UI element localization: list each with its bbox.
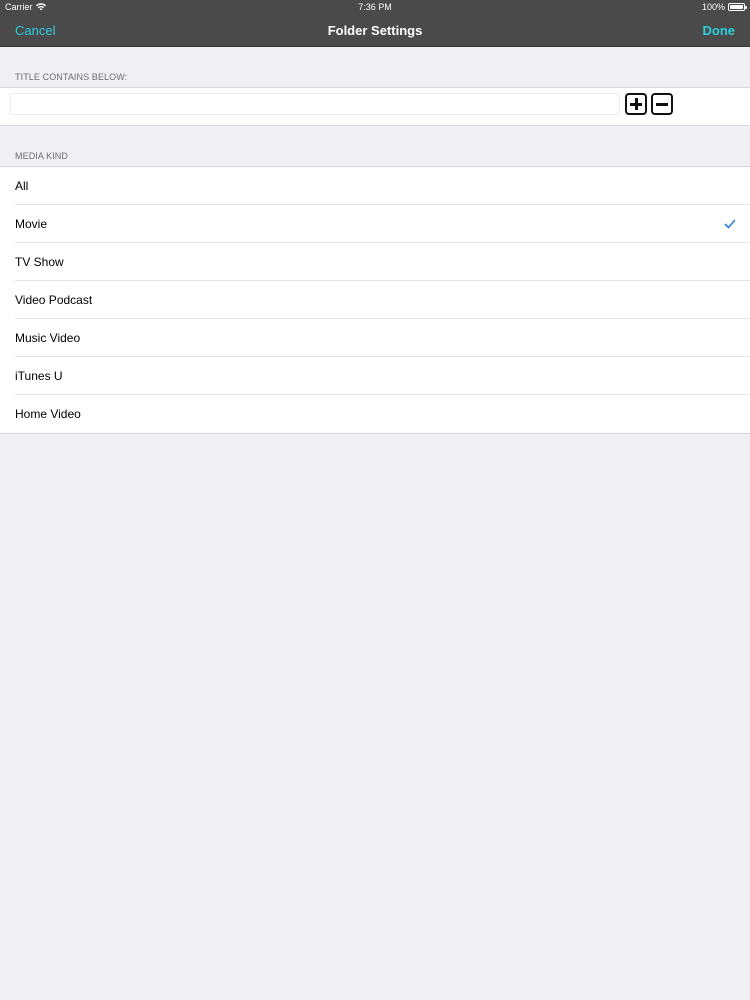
media-kind-home-video[interactable]: Home Video xyxy=(0,395,750,433)
media-kind-tv-show[interactable]: TV Show xyxy=(0,243,750,281)
list-item-label: Movie xyxy=(15,217,48,231)
list-item-label: Video Podcast xyxy=(15,293,93,307)
status-carrier: Carrier xyxy=(5,2,46,12)
title-section-header: TITLE CONTAINS BELOW: xyxy=(15,72,128,82)
media-kind-list: All Movie TV Show Video Podcast Music Vi… xyxy=(0,166,750,434)
plus-square-icon[interactable] xyxy=(625,93,647,115)
navigation-bar: Cancel Folder Settings Done xyxy=(0,14,750,47)
title-filter-input[interactable] xyxy=(10,93,620,115)
media-kind-all[interactable]: All xyxy=(0,167,750,205)
list-item-label: Music Video xyxy=(15,331,81,345)
done-button[interactable]: Done xyxy=(703,23,736,38)
list-item-label: TV Show xyxy=(15,255,64,269)
wifi-icon xyxy=(35,3,46,11)
list-item-label: All xyxy=(15,179,29,193)
battery-icon xyxy=(728,3,747,11)
list-item-label: iTunes U xyxy=(15,369,63,383)
media-kind-music-video[interactable]: Music Video xyxy=(0,319,750,357)
cancel-button[interactable]: Cancel xyxy=(15,23,55,38)
page-title: Folder Settings xyxy=(327,23,423,38)
media-kind-itunes-u[interactable]: iTunes U xyxy=(0,357,750,395)
status-bar: Carrier 7:36 PM 100% xyxy=(0,0,750,14)
battery-percent: 100% xyxy=(701,2,725,12)
status-time: 7:36 PM xyxy=(358,2,392,12)
carrier-label: Carrier xyxy=(5,2,33,12)
minus-square-icon[interactable] xyxy=(651,93,673,115)
title-section xyxy=(0,87,750,126)
media-kind-video-podcast[interactable]: Video Podcast xyxy=(0,281,750,319)
status-battery: 100% xyxy=(701,2,747,12)
media-kind-movie[interactable]: Movie xyxy=(0,205,750,243)
checkmark-icon xyxy=(724,219,736,229)
media-kind-header: MEDIA KIND xyxy=(15,151,69,161)
list-item-label: Home Video xyxy=(15,407,81,421)
